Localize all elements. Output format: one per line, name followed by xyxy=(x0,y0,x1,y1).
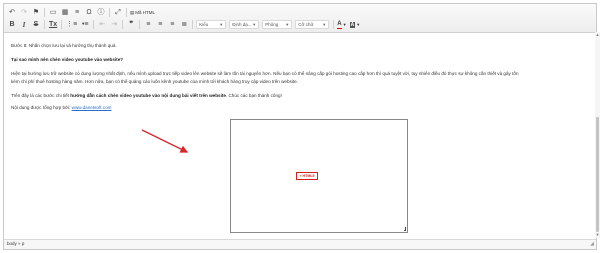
chevron-down-icon: ▼ xyxy=(356,22,361,27)
help-icon[interactable]: ⓘ xyxy=(96,8,106,18)
resize-handle[interactable] xyxy=(404,227,406,231)
toolbar-separator xyxy=(44,20,45,29)
chevron-down-icon: ▼ xyxy=(342,22,347,27)
resize-grip-icon[interactable]: ◢ xyxy=(590,241,594,247)
clear-format-icon[interactable]: Tx xyxy=(48,20,58,30)
italic-icon[interactable]: I xyxy=(19,20,29,30)
style-combo[interactable]: Kiểu ▼ xyxy=(196,20,227,29)
image-icon[interactable]: ▭ xyxy=(48,8,58,18)
embedded-video-placeholder[interactable]: ≡ HTML5 xyxy=(230,119,408,233)
vertical-scrollbar[interactable]: ▲ ▼ xyxy=(595,32,600,238)
path-separator: » xyxy=(18,241,21,246)
paragraph-line-2: kém chi phí thuê hosting hàng năm. Hơn n… xyxy=(11,79,298,84)
toolbar-row-2: B I S Tx ⋮≡ •≡ ⇤ ⇥ ❞ ≡ ≡ ≡ ≣ Kiểu ▼ Định xyxy=(7,19,363,30)
toolbar-separator xyxy=(126,8,127,17)
font-size-combo[interactable]: Cỡ chữ ▼ xyxy=(295,20,330,29)
horizontal-line-icon[interactable]: ≡ xyxy=(72,8,82,18)
editor-content-area[interactable]: Bước 8: Nhấn chọn lưu lại và hưởng thụ t… xyxy=(8,35,584,240)
font-size-combo-label: Cỡ chữ xyxy=(298,22,314,27)
align-justify-icon[interactable]: ≣ xyxy=(179,20,189,30)
style-combo-label: Kiểu xyxy=(199,22,209,27)
element-path: body » p xyxy=(7,241,24,246)
background-color-icon: A xyxy=(349,21,356,28)
table-icon[interactable]: ▦ xyxy=(60,8,70,18)
text-color-icon: A xyxy=(337,20,342,29)
undo-icon[interactable]: ↶ xyxy=(7,8,17,18)
outdent-icon[interactable]: ⇤ xyxy=(97,20,107,30)
summary-text: Trên đây là các bước chi tiết hướng dẫn … xyxy=(11,93,282,99)
source-html-button[interactable]: ▤ Mã HTML xyxy=(130,10,155,16)
summary-bold: hướng dẫn cách chèn video youtube vào nộ… xyxy=(70,93,226,98)
path-p[interactable]: p xyxy=(22,241,25,246)
toolbar-separator xyxy=(61,20,63,29)
source-html-label: Mã HTML xyxy=(135,10,156,15)
align-right-icon[interactable]: ≡ xyxy=(167,20,177,30)
chevron-down-icon: ▼ xyxy=(322,22,327,27)
source-prefix: Nội dung được tổng hợp bởi: xyxy=(11,105,72,110)
paragraph-line-1: Hiện tại hướng lưu trữ website có dung l… xyxy=(11,71,519,76)
flag-icon[interactable]: ⚑ xyxy=(31,8,41,18)
toolbar-separator xyxy=(333,20,335,29)
path-body[interactable]: body xyxy=(7,241,17,246)
indent-icon[interactable]: ⇥ xyxy=(109,20,119,30)
editor-toolbar: ↶ ↷ ⚑ ▭ ▦ ≡ Ω ⓘ ⤢ ▤ Mã HTML B I S Tx ⋮≡ xyxy=(4,4,596,33)
background-color-button[interactable]: A ▼ xyxy=(349,21,361,28)
scroll-down-icon[interactable]: ▼ xyxy=(595,232,600,238)
source-code-icon: ▤ xyxy=(130,9,135,15)
font-combo-label: Phông xyxy=(265,22,279,27)
heading-text: Tại sao mình nên chèn video youtube vào … xyxy=(11,57,124,62)
toolbar-separator xyxy=(122,20,124,29)
chevron-down-icon: ▼ xyxy=(252,22,257,27)
redo-icon[interactable]: ↷ xyxy=(19,8,29,18)
rich-text-editor: ↶ ↷ ⚑ ▭ ▦ ≡ Ω ⓘ ⤢ ▤ Mã HTML B I S Tx ⋮≡ xyxy=(3,3,600,250)
align-center-icon[interactable]: ≡ xyxy=(155,20,165,30)
align-left-icon[interactable]: ≡ xyxy=(143,20,153,30)
html5-badge: ≡ HTML5 xyxy=(296,172,318,180)
toolbar-separator xyxy=(192,20,194,29)
section-heading: Tại sao mình nên chèn video youtube vào … xyxy=(11,57,123,63)
fullscreen-icon[interactable]: ⤢ xyxy=(113,8,123,18)
scroll-up-icon[interactable]: ▲ xyxy=(595,32,600,38)
summary-prefix: Trên đây là các bước chi tiết xyxy=(11,93,71,98)
source-link[interactable]: www.danetsoft.com xyxy=(72,105,112,110)
toolbar-separator xyxy=(93,20,95,29)
toolbar-separator xyxy=(44,8,45,17)
strikethrough-icon[interactable]: S xyxy=(31,20,41,30)
font-combo[interactable]: Phông ▼ xyxy=(262,20,293,29)
format-combo[interactable]: Định dạ... ▼ xyxy=(229,20,260,29)
toolbar-separator xyxy=(139,20,141,29)
bold-icon[interactable]: B xyxy=(7,20,17,30)
numbered-list-icon[interactable]: ⋮≡ xyxy=(65,20,78,30)
summary-suffix: . Chúc các bạn thành công! xyxy=(225,93,282,98)
toolbar-row-1: ↶ ↷ ⚑ ▭ ▦ ≡ Ω ⓘ ⤢ ▤ Mã HTML xyxy=(7,7,155,18)
special-char-icon[interactable]: Ω xyxy=(84,8,94,18)
toolbar-separator xyxy=(109,8,110,17)
blockquote-icon[interactable]: ❞ xyxy=(126,20,136,30)
scroll-thumb[interactable] xyxy=(596,117,599,232)
text-color-button[interactable]: A ▼ xyxy=(337,20,347,29)
bullet-list-icon[interactable]: •≡ xyxy=(80,20,90,30)
step-8-text: Bước 8: Nhấn chọn lưu lại và hưởng thụ t… xyxy=(11,43,117,48)
chevron-down-icon: ▼ xyxy=(285,22,290,27)
chevron-down-icon: ▼ xyxy=(219,22,224,27)
format-combo-label: Định dạ... xyxy=(232,22,252,27)
source-text: Nội dung được tổng hợp bởi: www.danetsof… xyxy=(11,105,111,111)
editor-statusbar: body » p ◢ xyxy=(4,239,596,249)
